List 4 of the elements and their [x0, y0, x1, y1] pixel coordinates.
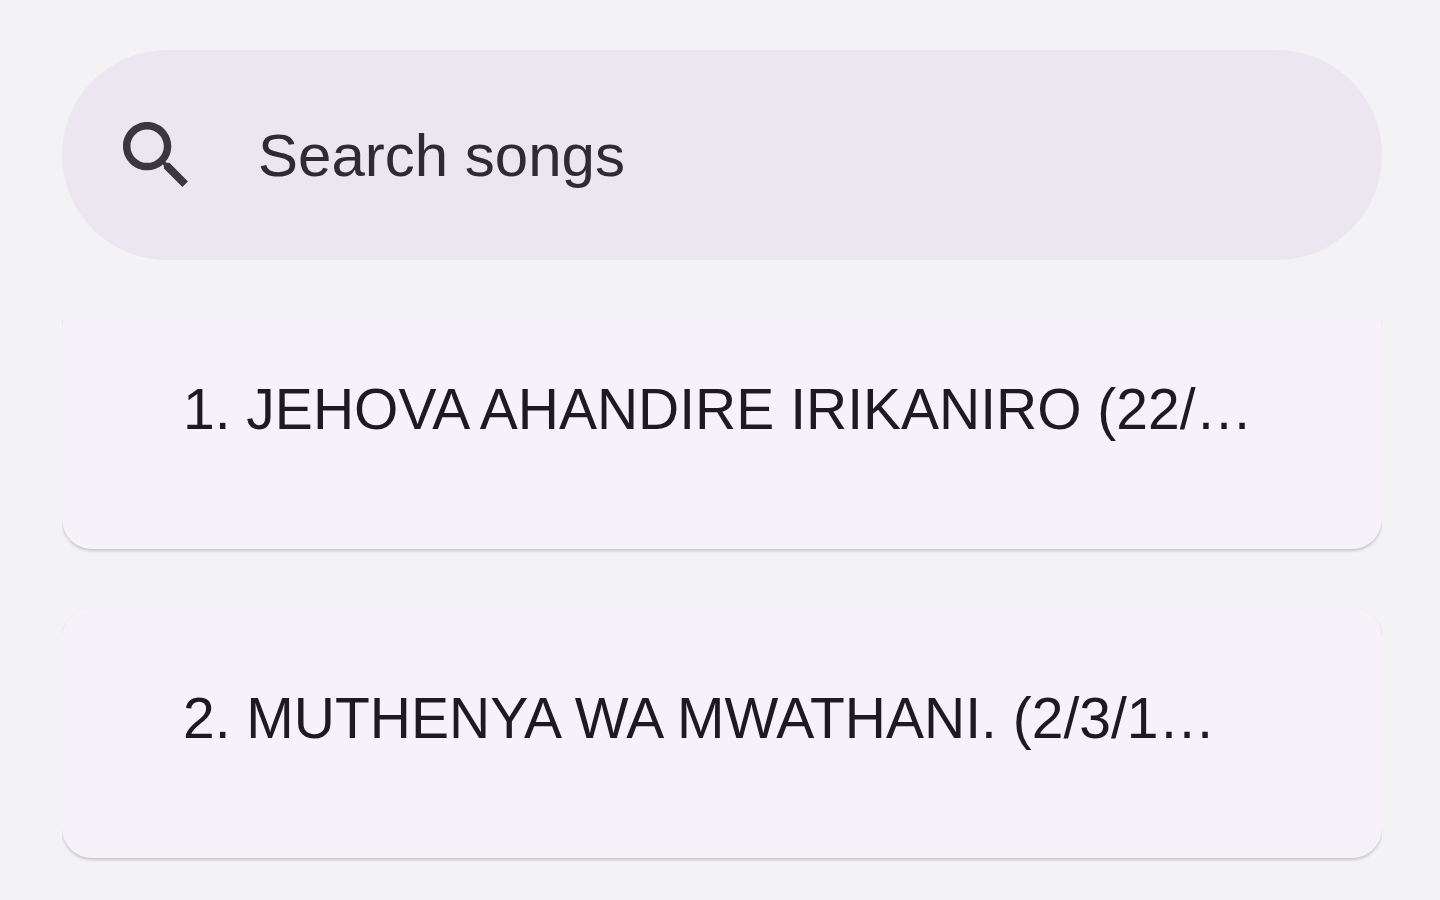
- search-icon: [123, 122, 188, 187]
- search-field[interactable]: Search songs: [62, 50, 1382, 260]
- song-list-item[interactable]: 1. JEHOVA AHANDIRE IRIKANIRO (22/…: [62, 320, 1382, 549]
- song-list-item[interactable]: 2. MUTHENYA WA MWATHANI. (2/3/1…: [62, 608, 1382, 858]
